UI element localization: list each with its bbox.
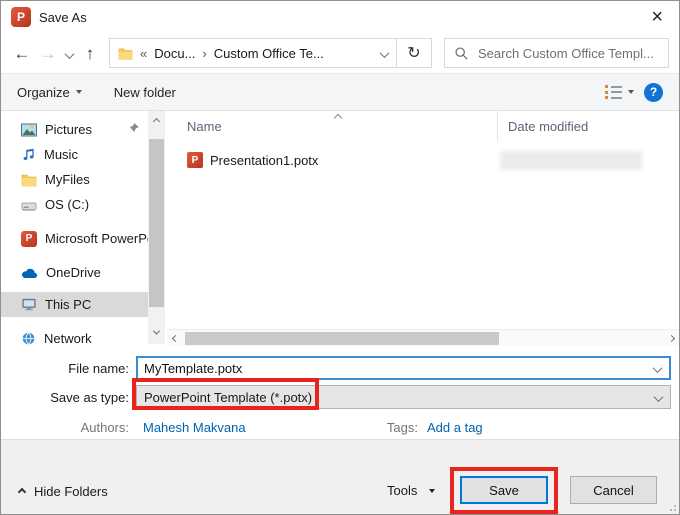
address-bar[interactable]: « Docu... › Custom Office Te... [109, 38, 397, 68]
scroll-down-icon[interactable] [148, 324, 165, 340]
tools-button[interactable]: Tools [387, 483, 435, 498]
save-as-type-chevron-icon[interactable] [655, 390, 662, 405]
save-as-type-value: PowerPoint Template (*.potx) [144, 390, 312, 405]
column-header-name[interactable]: Name [165, 119, 222, 134]
sidebar-item-music[interactable]: Music [1, 142, 148, 167]
forward-arrow-icon[interactable]: → [35, 45, 61, 62]
horizontal-scrollbar-thumb[interactable] [185, 332, 499, 345]
recent-locations-chevron-icon[interactable] [61, 45, 77, 62]
column-headers: Name Date modified [165, 111, 679, 141]
close-icon[interactable]: × [645, 7, 669, 27]
resize-grip[interactable] [668, 503, 676, 511]
navigation-sidebar: Pictures Music MyFiles [1, 111, 148, 346]
pictures-icon [21, 123, 37, 137]
tags-label: Tags: [378, 420, 418, 435]
folder-icon [21, 173, 37, 187]
music-icon [21, 147, 36, 162]
folder-icon [118, 47, 133, 60]
breadcrumb-documents[interactable]: Docu... [154, 46, 195, 61]
breadcrumb-separator: › [202, 46, 206, 61]
sidebar-item-onedrive[interactable]: OneDrive [1, 260, 148, 285]
organize-caret-icon [76, 90, 82, 94]
up-arrow-icon[interactable]: ↑ [77, 45, 103, 62]
sidebar-item-network[interactable]: Network [1, 326, 148, 346]
file-name-dropdown-chevron-icon[interactable] [654, 361, 661, 376]
save-as-type-dropdown[interactable]: PowerPoint Template (*.potx) [136, 385, 671, 409]
save-button[interactable]: Save [460, 476, 548, 504]
scroll-right-icon[interactable] [663, 336, 679, 341]
dialog-title: Save As [39, 10, 87, 25]
sidebar-scrollbar[interactable] [148, 111, 165, 344]
file-name-text: Presentation1.potx [210, 153, 318, 168]
add-a-tag-link[interactable]: Add a tag [427, 420, 483, 435]
help-icon[interactable]: ? [644, 83, 663, 102]
refresh-icon[interactable]: ↻ [396, 38, 432, 68]
authors-value-link[interactable]: Mahesh Makvana [143, 420, 378, 435]
file-name-combobox[interactable] [136, 356, 671, 380]
onedrive-icon [21, 267, 38, 279]
computer-icon [21, 297, 37, 312]
sidebar-item-pictures[interactable]: Pictures [1, 117, 148, 142]
save-as-dialog: P Save As × ← → ↑ « Docu... › Custom Off… [0, 0, 680, 515]
organize-button[interactable]: Organize [17, 85, 82, 100]
network-icon [21, 331, 36, 346]
sidebar-item-os-c[interactable]: OS (C:) [1, 192, 148, 217]
dialog-footer: Hide Folders Tools Save Cancel [1, 439, 679, 514]
search-box[interactable] [444, 38, 669, 68]
main-area: Pictures Music MyFiles [1, 111, 679, 346]
column-header-date-modified[interactable]: Date modified [497, 111, 667, 141]
scroll-up-icon[interactable] [148, 113, 165, 129]
date-modified-value-redacted [500, 151, 642, 170]
details-view-icon [605, 85, 622, 99]
hide-folders-button[interactable]: Hide Folders [19, 484, 108, 499]
new-folder-button[interactable]: New folder [114, 85, 176, 100]
view-caret-icon [628, 90, 634, 94]
search-icon [454, 46, 469, 61]
tools-caret-icon [429, 489, 435, 493]
save-as-type-label: Save as type: [1, 390, 136, 405]
powerpoint-app-icon: P [11, 7, 31, 27]
scrollbar-thumb[interactable] [149, 139, 164, 307]
change-view-button[interactable] [605, 85, 634, 99]
address-dropdown-chevron-icon[interactable] [381, 46, 388, 61]
command-toolbar: Organize New folder ? [1, 73, 679, 111]
horizontal-scrollbar[interactable] [167, 329, 679, 346]
file-name-label: File name: [1, 361, 136, 376]
title-bar: P Save As × [1, 1, 679, 33]
scroll-left-icon[interactable] [167, 336, 183, 341]
sidebar-item-this-pc[interactable]: This PC [1, 292, 148, 317]
breadcrumb-custom-office-templates[interactable]: Custom Office Te... [214, 46, 324, 61]
caret-up-icon [18, 487, 26, 495]
authors-label: Authors: [1, 420, 136, 435]
back-arrow-icon[interactable]: ← [9, 45, 35, 62]
cancel-button[interactable]: Cancel [570, 476, 657, 504]
search-input[interactable] [478, 46, 659, 61]
powerpoint-file-icon: P [187, 152, 203, 168]
file-list: Name Date modified P Presentation1.potx [165, 111, 679, 346]
powerpoint-icon: P [21, 231, 37, 247]
breadcrumb-prefix: « [140, 46, 147, 61]
sidebar-item-myfiles[interactable]: MyFiles [1, 167, 148, 192]
drive-icon [21, 198, 37, 212]
pin-icon [127, 122, 140, 135]
sidebar-item-microsoft-powerpoint[interactable]: P Microsoft PowerPoint [1, 226, 148, 251]
file-name-input[interactable] [138, 361, 669, 376]
navigation-bar: ← → ↑ « Docu... › Custom Office Te... ↻ [1, 33, 679, 73]
file-fields: File name: Save as type: PowerPoint Temp… [1, 346, 679, 441]
